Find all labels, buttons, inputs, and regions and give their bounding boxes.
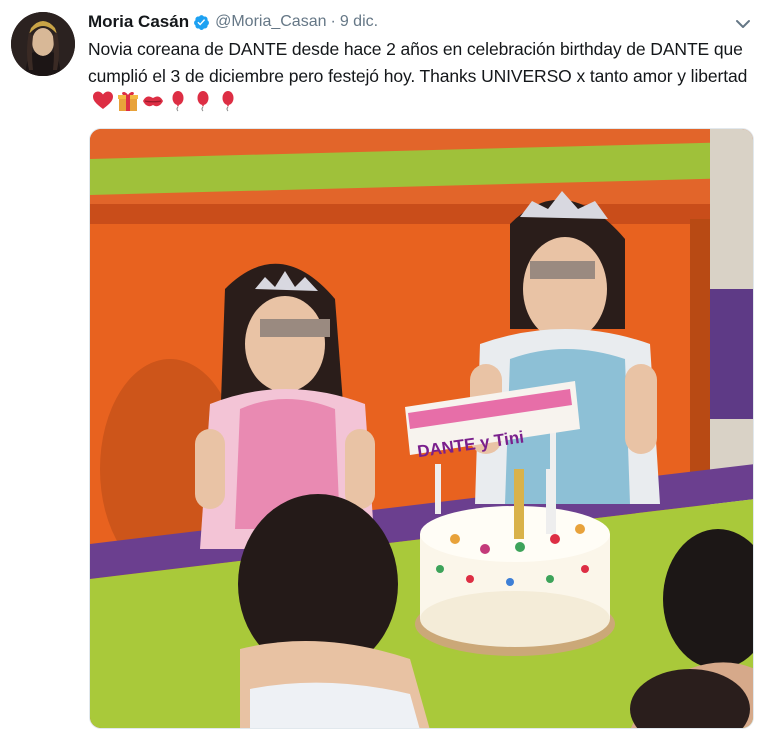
author-name[interactable]: Moria Casán	[88, 12, 189, 32]
avatar-image	[11, 12, 75, 76]
chevron-down-icon[interactable]	[733, 14, 753, 34]
kiss-mark-icon	[142, 90, 164, 112]
red-heart-icon	[92, 90, 114, 112]
tweet-body: Novia coreana de DANTE desde hace 2 años…	[88, 39, 748, 86]
separator-dot: ·	[330, 13, 336, 30]
tweet-date[interactable]: 9 dic.	[340, 13, 378, 31]
tweet-photo[interactable]: DANTE y Tini	[89, 128, 754, 729]
red-balloon-icon	[217, 90, 239, 112]
red-balloon-icon	[192, 90, 214, 112]
verified-badge-icon	[193, 14, 210, 31]
tweet-text: Novia coreana de DANTE desde hace 2 años…	[88, 36, 758, 117]
avatar[interactable]	[11, 12, 75, 76]
gift-icon	[117, 90, 139, 112]
emoji-row	[92, 90, 239, 112]
tweet: Moria Casán @Moria_Casan · 9 dic. Novia …	[0, 0, 767, 737]
author-handle[interactable]: @Moria_Casan	[215, 13, 326, 31]
red-balloon-icon	[167, 90, 189, 112]
tweet-header: Moria Casán @Moria_Casan · 9 dic.	[88, 10, 378, 34]
birthday-party-photo: DANTE y Tini	[90, 129, 753, 728]
